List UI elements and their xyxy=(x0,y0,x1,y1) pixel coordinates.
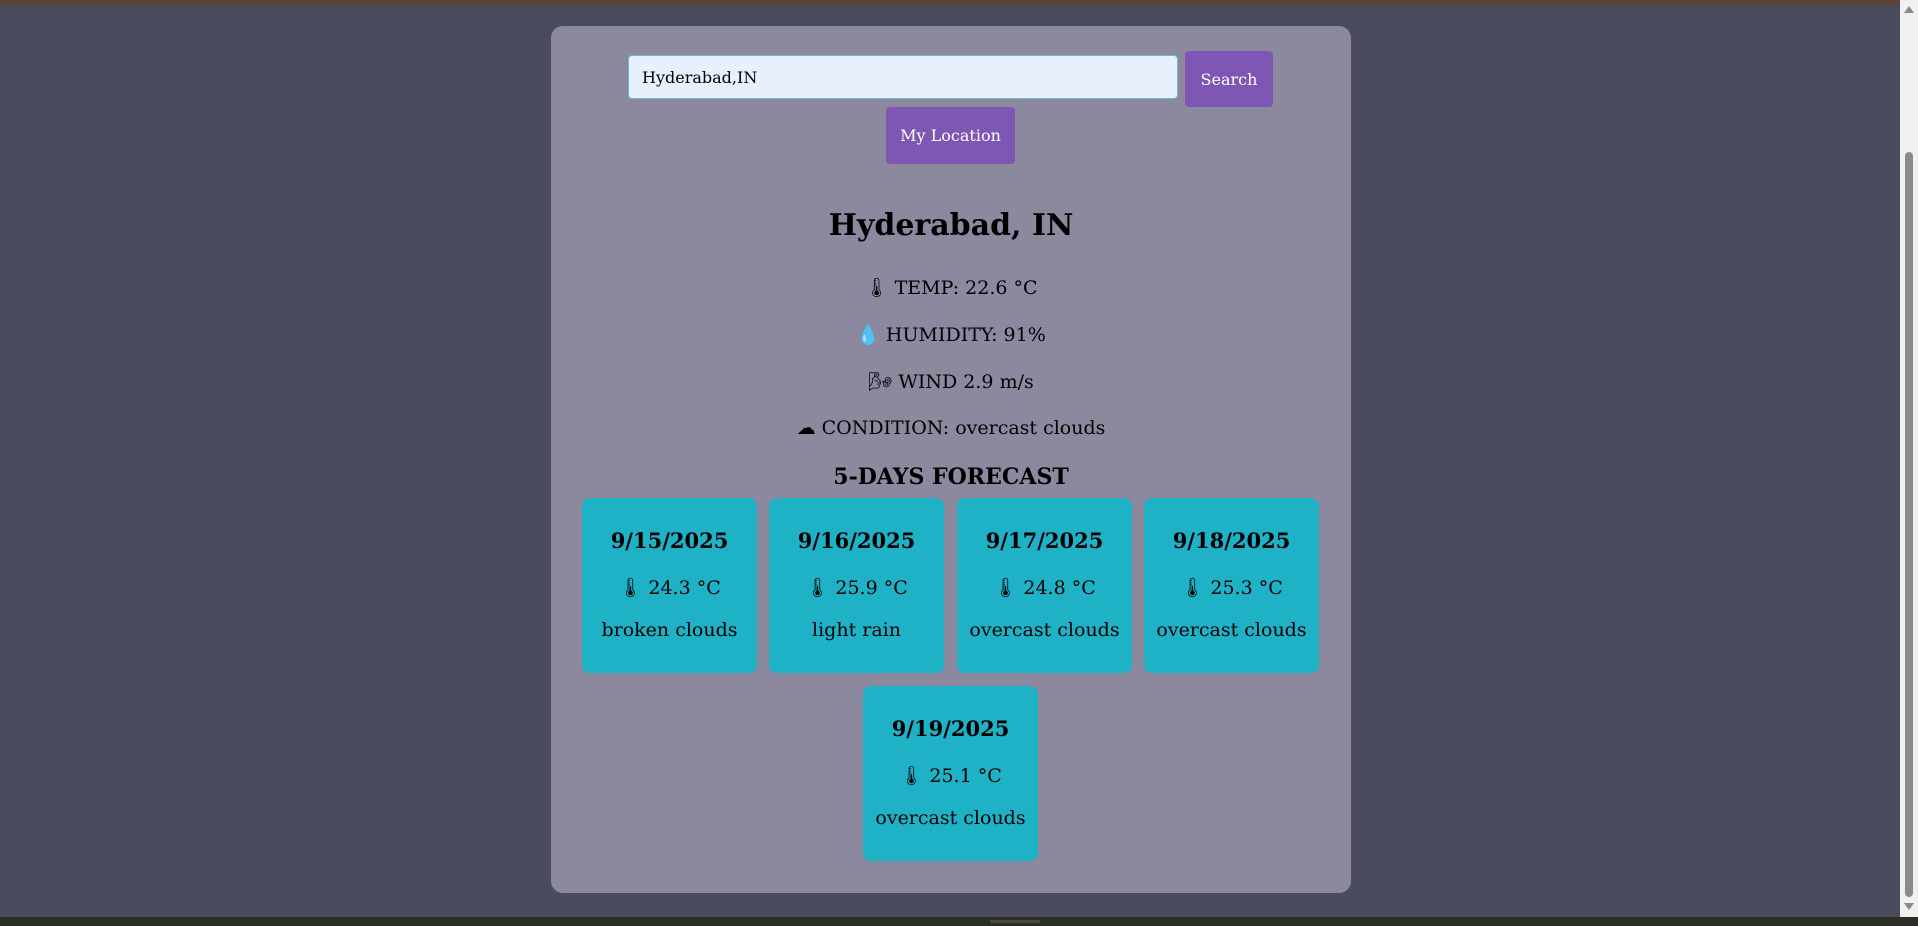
forecast-description: overcast clouds xyxy=(875,807,1026,829)
wind-text: WIND 2.9 m/s xyxy=(898,371,1034,393)
temperature-text: TEMP: 22.6 °C xyxy=(894,277,1038,299)
forecast-date: 9/15/2025 xyxy=(610,528,729,553)
forecast-card: 9/15/2025 🌡 24.3 °C broken clouds xyxy=(582,498,757,673)
forecast-temp: 🌡 25.3 °C xyxy=(1144,576,1319,599)
forecast-temp-value: 25.1 °C xyxy=(929,765,1002,787)
condition-text: CONDITION: overcast clouds xyxy=(821,417,1106,439)
cloud-icon: ☁ xyxy=(796,417,816,439)
forecast-temp: 🌡 24.3 °C xyxy=(582,576,757,599)
weather-card: Search My Location Hyderabad, IN 🌡TEMP: … xyxy=(551,26,1351,893)
forecast-temp-value: 24.8 °C xyxy=(1023,577,1096,599)
city-title: Hyderabad, IN xyxy=(828,208,1074,243)
forecast-temp: 🌡 24.8 °C xyxy=(957,576,1132,599)
forecast-date: 9/16/2025 xyxy=(797,528,916,553)
forecast-card: 9/16/2025 🌡 25.9 °C light rain xyxy=(769,498,944,673)
condition-stat: ☁ CONDITION: overcast clouds xyxy=(551,417,1351,439)
forecast-temp-value: 25.9 °C xyxy=(835,577,908,599)
forecast-title: 5-DAYS FORECAST xyxy=(833,464,1069,490)
scroll-up-arrow-icon[interactable] xyxy=(1904,6,1914,13)
humidity-stat: 💧 HUMIDITY: 91% xyxy=(551,323,1351,346)
thermometer-icon: 🌡 xyxy=(1180,577,1205,599)
thermometer-icon: 🌡 xyxy=(805,577,830,599)
forecast-description: broken clouds xyxy=(601,619,738,641)
thermometer-icon: 🌡 xyxy=(618,577,643,599)
forecast-card: 9/19/2025 🌡 25.1 °C overcast clouds xyxy=(863,686,1038,861)
city-search-input[interactable] xyxy=(628,55,1178,99)
bottom-handle xyxy=(990,920,1040,923)
droplet-icon: 💧 xyxy=(856,324,880,346)
forecast-temp: 🌡 25.9 °C xyxy=(769,576,944,599)
forecast-description: light rain xyxy=(812,619,901,641)
humidity-text: HUMIDITY: 91% xyxy=(885,324,1046,346)
thermometer-icon: 🌡 xyxy=(993,577,1018,599)
forecast-date: 9/18/2025 xyxy=(1172,528,1291,553)
forecast-card: 9/17/2025 🌡 24.8 °C overcast clouds xyxy=(957,498,1132,673)
forecast-temp: 🌡 25.1 °C xyxy=(863,764,1038,787)
search-button[interactable]: Search xyxy=(1185,51,1273,107)
forecast-temp-value: 25.3 °C xyxy=(1210,577,1283,599)
forecast-date: 9/17/2025 xyxy=(985,528,1104,553)
window-top-edge xyxy=(0,0,1918,5)
scroll-down-arrow-icon[interactable] xyxy=(1904,903,1914,910)
wind-icon: 🌬 xyxy=(868,371,893,393)
forecast-card: 9/18/2025 🌡 25.3 °C overcast clouds xyxy=(1144,498,1319,673)
window-bottom-edge xyxy=(0,917,1918,926)
thermometer-icon: 🌡 xyxy=(864,277,889,299)
thermometer-icon: 🌡 xyxy=(899,765,924,787)
forecast-date: 9/19/2025 xyxy=(891,716,1010,741)
temperature-stat: 🌡 TEMP: 22.6 °C xyxy=(551,276,1351,299)
forecast-temp-value: 24.3 °C xyxy=(648,577,721,599)
vertical-scrollbar[interactable] xyxy=(1900,0,1918,917)
wind-stat: 🌬 WIND 2.9 m/s xyxy=(551,370,1351,393)
forecast-description: overcast clouds xyxy=(1156,619,1307,641)
my-location-button[interactable]: My Location xyxy=(886,107,1015,164)
forecast-description: overcast clouds xyxy=(969,619,1120,641)
scrollbar-thumb[interactable] xyxy=(1905,152,1913,897)
